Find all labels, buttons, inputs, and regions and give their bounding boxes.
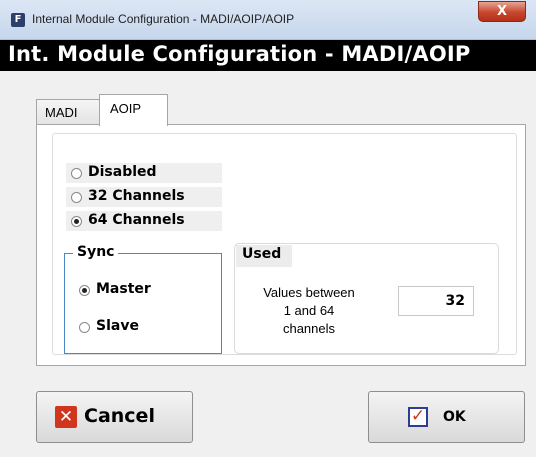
sync-groupbox [64, 253, 222, 354]
radio-disabled-icon[interactable] [71, 168, 82, 179]
radio-master-icon[interactable] [79, 285, 90, 296]
tab-aoip-label: AOIP [110, 101, 142, 116]
radio-disabled-label: Disabled [88, 164, 157, 180]
radio-slave-icon[interactable] [79, 322, 90, 333]
radio-option-32-channels[interactable]: 32 Channels [66, 187, 222, 207]
radio-master-label: Master [96, 281, 151, 297]
close-button[interactable]: X [478, 1, 526, 22]
cancel-button[interactable]: ✕ Cancel [36, 391, 193, 443]
radio-slave-label: Slave [96, 318, 139, 334]
ok-button[interactable]: ✓ OK [368, 391, 525, 443]
window-titlebar: F Internal Module Configuration - MADI/A… [0, 0, 536, 40]
radio-option-64-channels[interactable]: 64 Channels [66, 211, 222, 231]
radio-64-channels-icon[interactable] [71, 216, 82, 227]
tab-madi[interactable]: MADI [36, 99, 100, 124]
used-channels-input[interactable]: 32 [398, 286, 474, 316]
sync-legend: Sync [73, 244, 119, 260]
radio-option-master[interactable]: Master [74, 280, 204, 300]
x-icon: ✕ [55, 406, 77, 428]
radio-option-disabled[interactable]: Disabled [66, 163, 222, 183]
used-legend: Used [242, 246, 282, 262]
radio-32-channels-label: 32 Channels [88, 188, 185, 204]
tab-aoip[interactable]: AOIP [99, 94, 168, 126]
radio-option-slave[interactable]: Slave [74, 317, 204, 337]
radio-32-channels-icon[interactable] [71, 192, 82, 203]
app-icon: F [11, 13, 25, 27]
checkbox-check-icon: ✓ [408, 407, 428, 427]
tab-madi-label: MADI [45, 105, 78, 120]
used-description: Values between 1 and 64 channels [263, 285, 355, 336]
dialog-banner: Int. Module Configuration - MADI/AOIP [0, 40, 536, 71]
cancel-button-label: Cancel [84, 405, 155, 427]
page-title: Int. Module Configuration - MADI/AOIP [8, 42, 471, 66]
window-title: Internal Module Configuration - MADI/AOI… [32, 12, 295, 26]
ok-button-label: OK [443, 409, 466, 425]
radio-64-channels-label: 64 Channels [88, 212, 185, 228]
